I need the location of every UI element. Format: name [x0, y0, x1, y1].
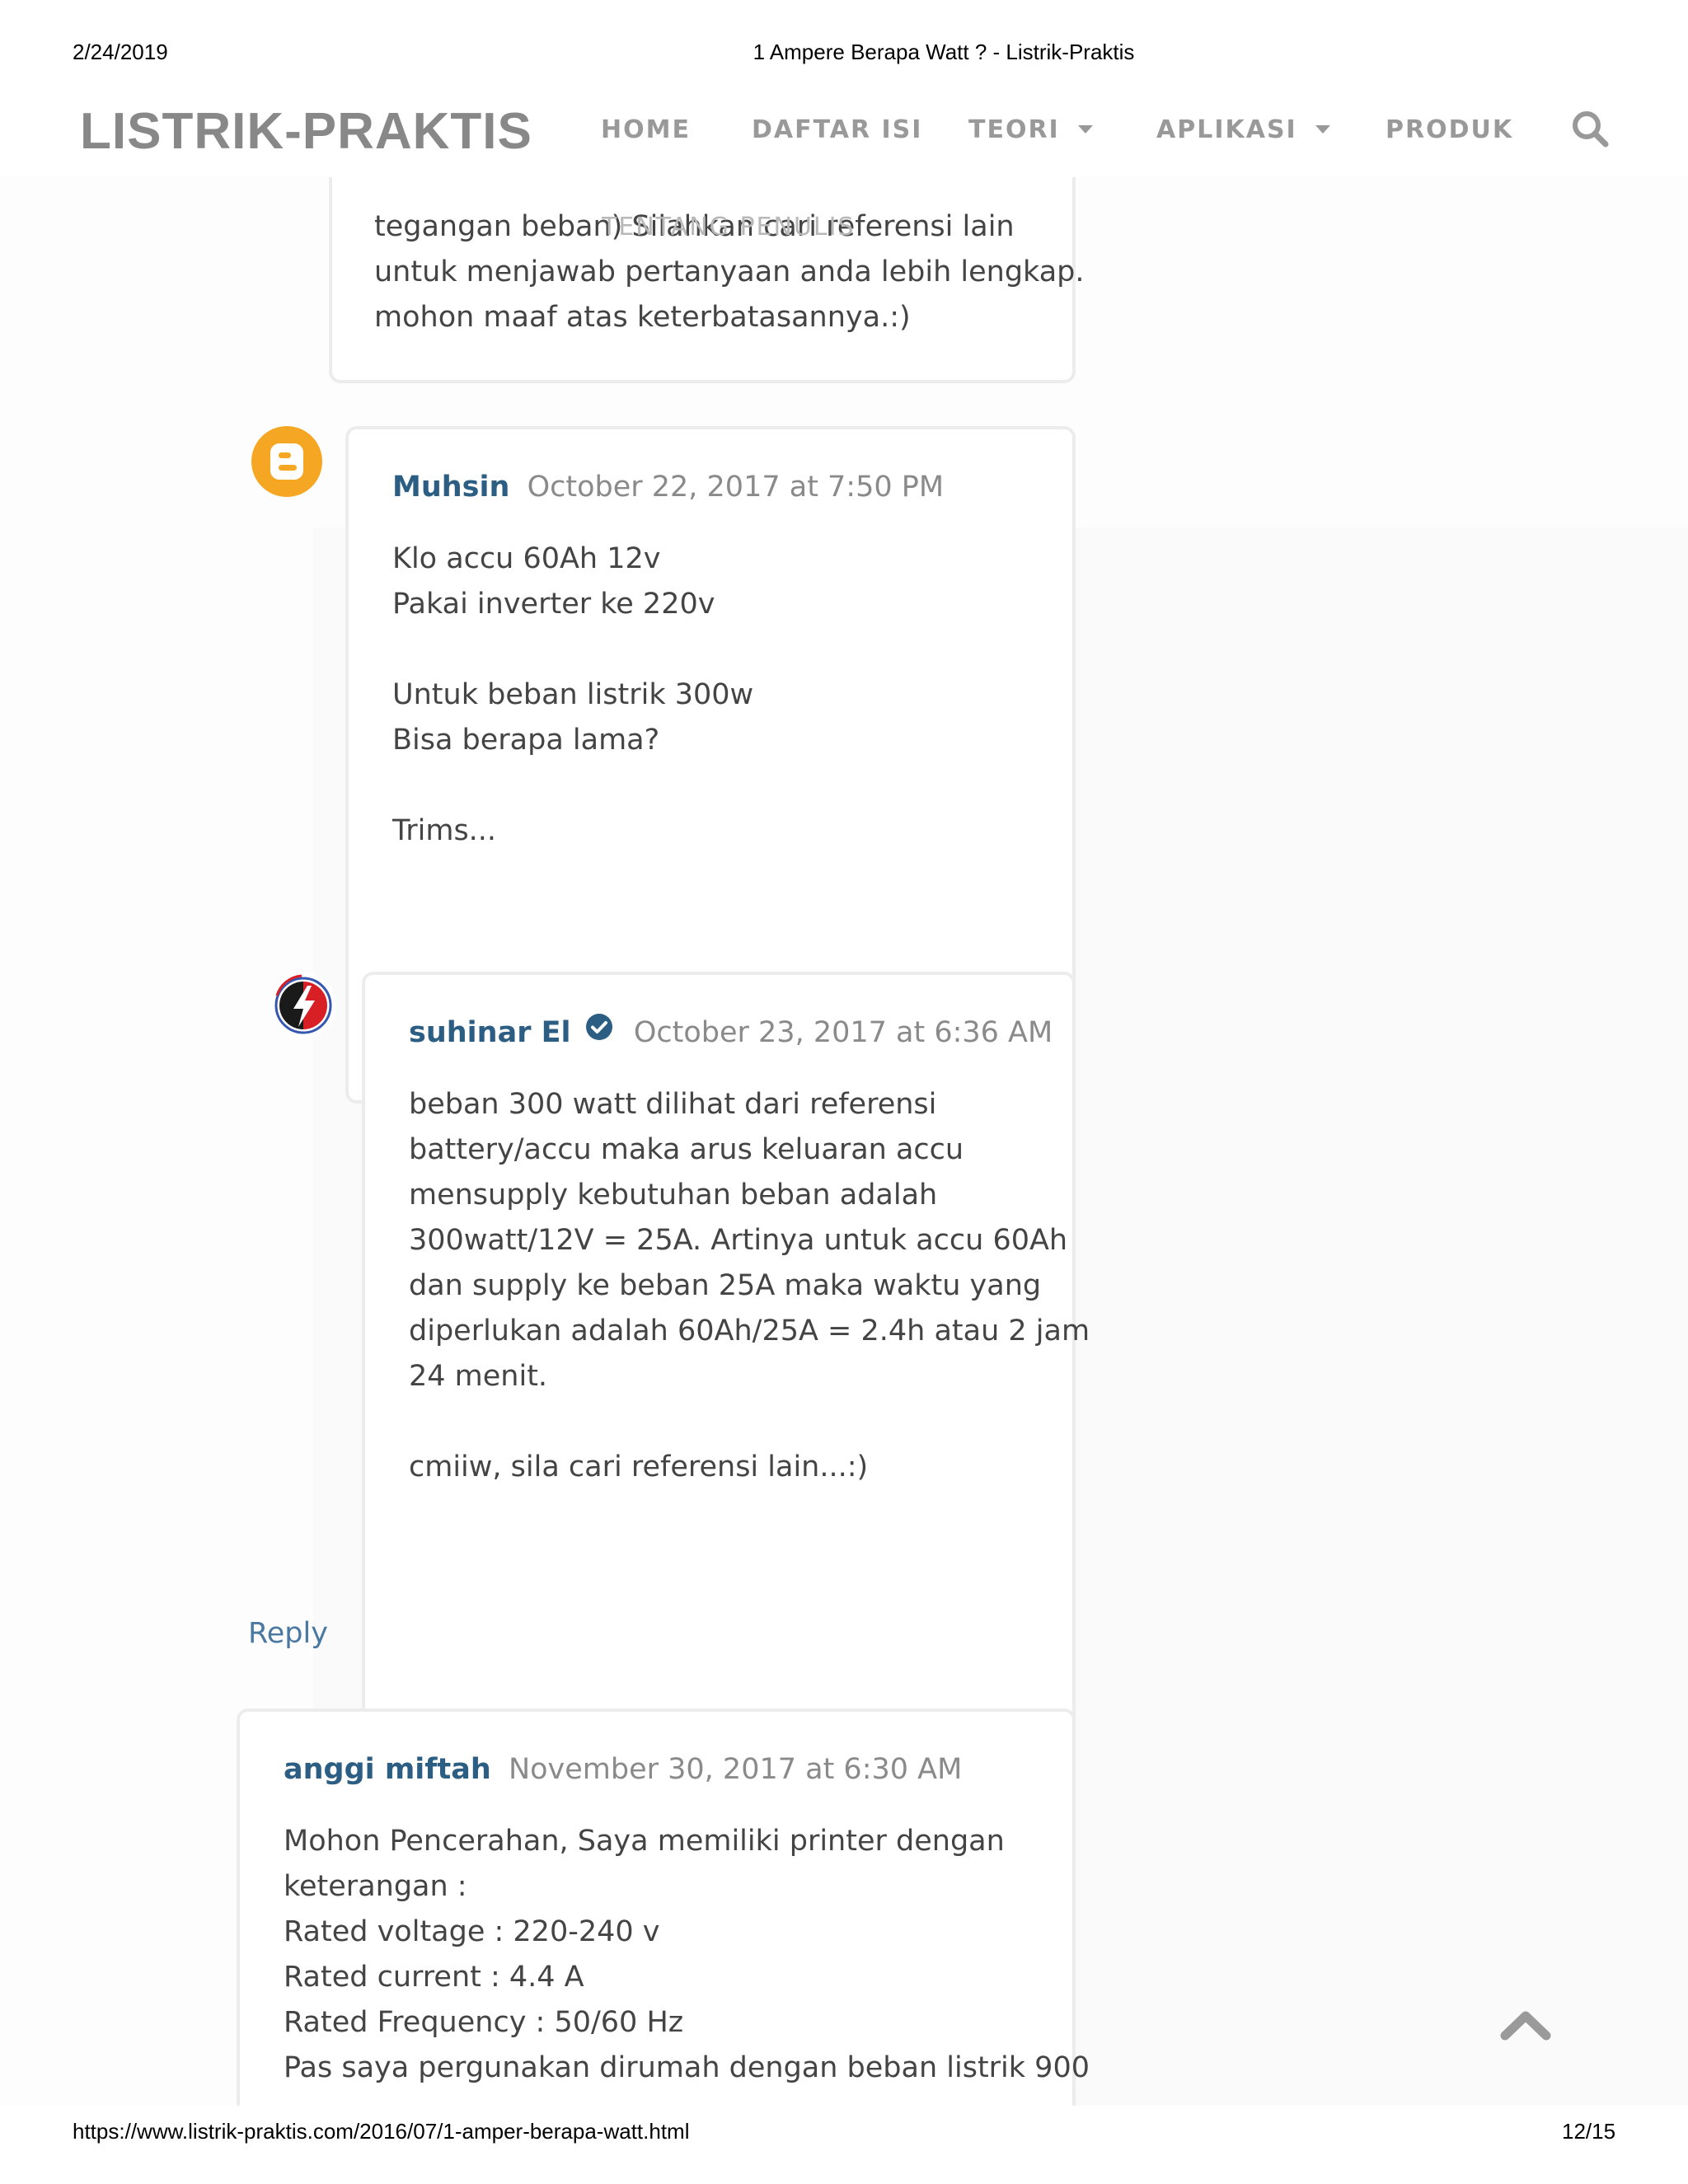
nav-produk[interactable]: PRODUK [1386, 115, 1513, 144]
nav-daftar-isi[interactable]: DAFTAR ISI [752, 115, 922, 144]
comment-text: keterangan : [284, 1870, 467, 1903]
blogger-icon[interactable] [251, 426, 322, 497]
comment-date-link[interactable]: October 23, 2017 at 6:36 AM [634, 1016, 1053, 1049]
comment-card-anggi: anggi miftah November 30, 2017 at 6:30 A… [237, 1708, 1090, 2106]
comment-text: mensupply kebutuhan beban adalah [409, 1179, 938, 1212]
comment-text: Trims... [392, 814, 497, 847]
nav-tentang-penulis[interactable]: TENTANG PENULIS [602, 213, 856, 241]
print-title: 1 Ampere Berapa Watt ? - Listrik-Praktis [753, 40, 1135, 64]
comment-text: untuk menjawab pertanyaan anda lebih len… [374, 255, 1085, 288]
comment-author-link[interactable]: anggi miftah [284, 1753, 491, 1786]
comment-meta: Muhsin October 22, 2017 at 7:50 PM [392, 471, 944, 504]
comment-text: Pas saya pergunakan dirumah dengan beban… [284, 2051, 1090, 2084]
comment-text: 300watt/12V = 25A. Artinya untuk accu 60… [409, 1224, 1068, 1257]
verified-check-icon [585, 1013, 613, 1048]
comment-text: diperlukan adalah 60Ah/25A = 2.4h atau 2… [409, 1315, 1090, 1347]
search-icon[interactable] [1570, 109, 1610, 148]
comment-date-link[interactable]: October 22, 2017 at 7:50 PM [528, 471, 945, 504]
comment-author-link[interactable]: suhinar El [409, 1016, 571, 1049]
nav-aplikasi[interactable]: APLIKASI [1156, 115, 1330, 144]
comment-meta: anggi miftah November 30, 2017 at 6:30 A… [284, 1753, 962, 1786]
nav-teori-label: TEORI [968, 115, 1060, 144]
comment-text: Mohon Pencerahan, Saya memiliki printer … [284, 1825, 1005, 1858]
comment-text: Pakai inverter ke 220v [392, 588, 715, 621]
comment-meta: suhinar El October 23, 2017 at 6:36 AM [409, 1013, 1053, 1049]
comments-section: tegangan beban) Silahkan cari referensi … [0, 173, 1688, 2106]
caret-down-icon [1315, 124, 1330, 134]
print-url: https://www.listrik-praktis.com/2016/07/… [73, 2119, 690, 2144]
comment-text: Bisa berapa lama? [392, 724, 660, 757]
comment-text: Untuk beban listrik 300w [392, 678, 754, 711]
print-page-number: 12/15 [1562, 2119, 1616, 2144]
comment-text: battery/accu maka arus keluaran accu [409, 1133, 964, 1166]
reply-link[interactable]: Reply [248, 1617, 328, 1650]
chevron-up-icon[interactable] [1500, 2009, 1551, 2041]
comment-card-suhinar: suhinar El October 23, 2017 at 6:36 AM b… [362, 972, 1090, 1741]
comment-text: beban 300 watt dilihat dari referensi [409, 1088, 937, 1121]
nav-home[interactable]: HOME [601, 115, 691, 144]
site-logo[interactable]: LISTRIK-PRAKTIS [80, 102, 532, 161]
comment-text: cmiiw, sila cari referensi lain...:) [409, 1451, 869, 1483]
comment-text: Rated voltage : 220-240 v [284, 1915, 660, 1948]
comment-text: Rated Frequency : 50/60 Hz [284, 2006, 684, 2039]
nav-teori[interactable]: TEORI [968, 115, 1093, 144]
comment-text: Klo accu 60Ah 12v [392, 542, 661, 575]
comment-card-previous: tegangan beban) Silahkan cari referensi … [329, 173, 1085, 383]
comment-text: dan supply ke beban 25A maka waktu yang [409, 1269, 1042, 1302]
comment-text: 24 menit. [409, 1360, 548, 1393]
caret-down-icon [1077, 124, 1093, 134]
comment-author-link[interactable]: Muhsin [392, 471, 509, 504]
listrik-praktis-logo[interactable] [269, 971, 338, 1040]
nav-aplikasi-label: APLIKASI [1156, 115, 1297, 144]
comment-text: mohon maaf atas keterbatasannya.:) [374, 301, 911, 334]
comment-text: Rated current : 4.4 A [284, 1961, 584, 1994]
comment-date-link[interactable]: November 30, 2017 at 6:30 AM [509, 1753, 962, 1786]
